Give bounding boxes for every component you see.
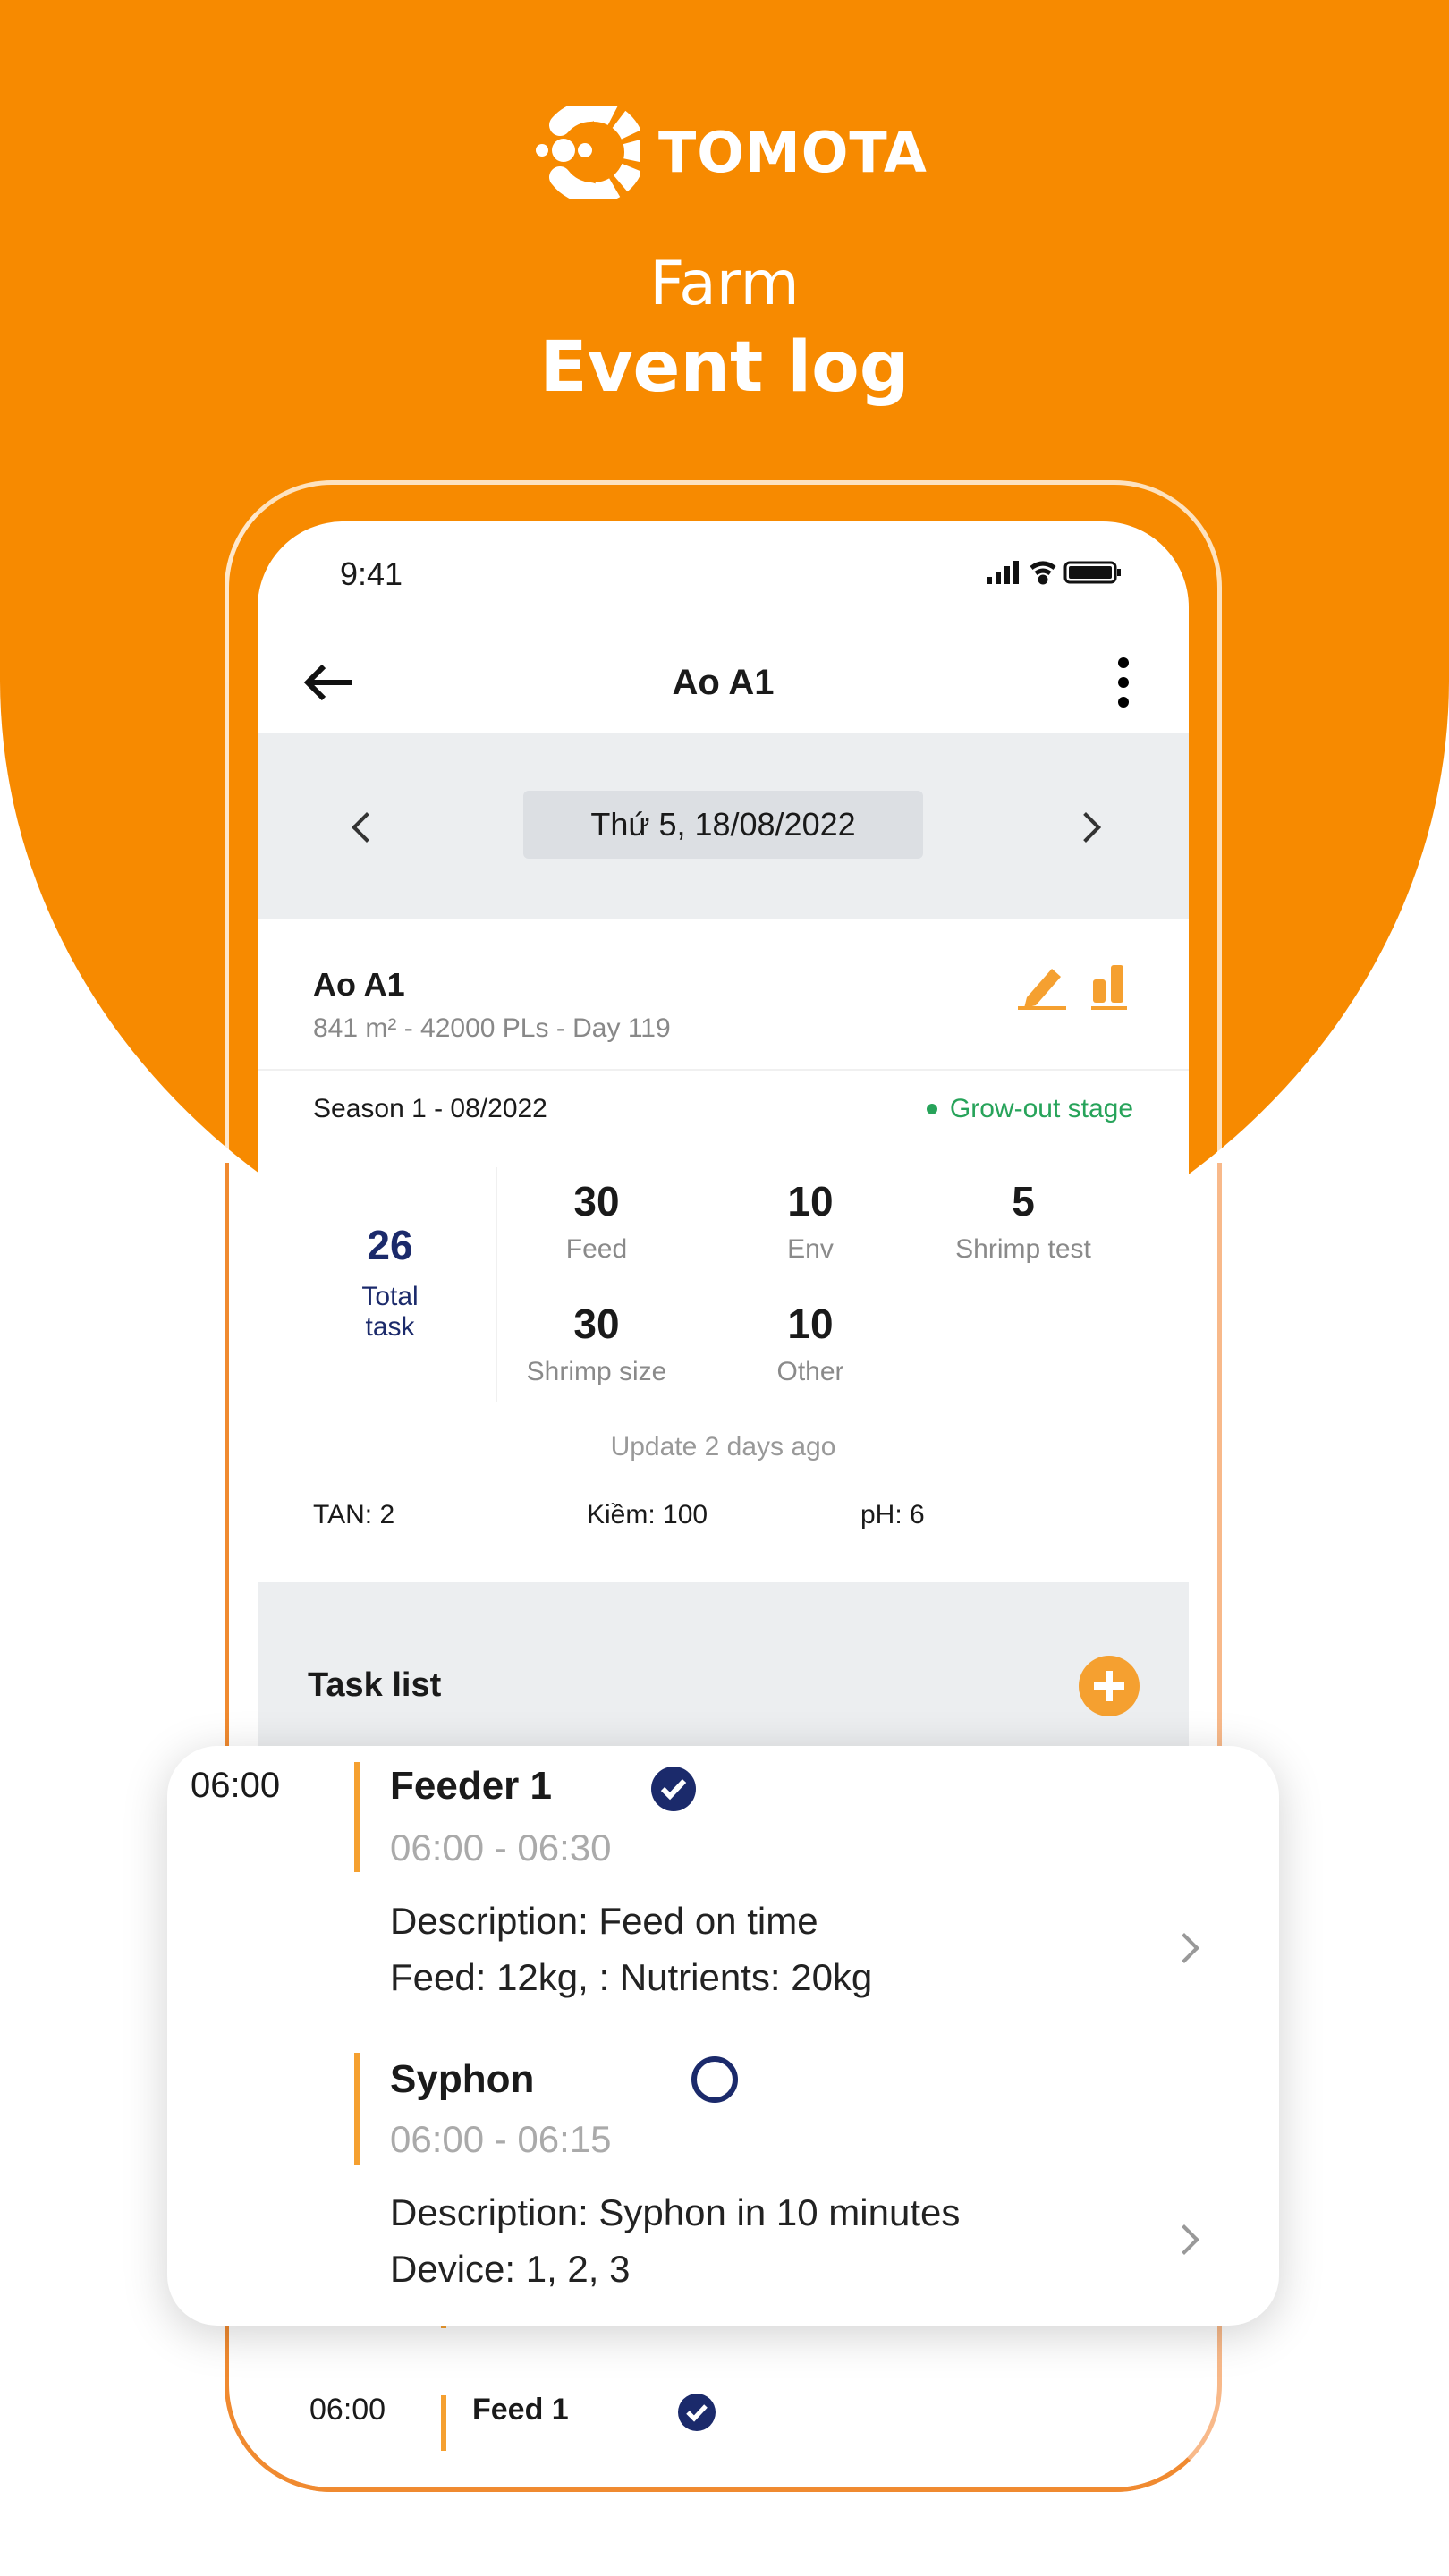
headline-farm: Farm [649,249,800,319]
stage-badge: Grow-out stage [926,1094,1133,1124]
stat-shrimp-size-label: Shrimp size [526,1357,667,1386]
pond-details: 841 m² - 42000 PLs - Day 119 [313,1013,671,1043]
timeline-bar [354,1762,360,1872]
stat-env-value: 10 [787,1178,834,1224]
timeline-bar [441,2395,446,2451]
status-time: 9:41 [340,555,403,592]
task-title[interactable]: Feeder 1 [390,1764,552,1809]
bg-task-time: 06:00 [309,2393,386,2427]
chevron-right-icon[interactable] [1169,2224,1199,2255]
chevron-right-icon[interactable] [1169,1933,1199,1963]
stat-shrimp-size-value: 30 [573,1301,620,1347]
divider [258,1069,1189,1071]
chart-icon[interactable] [1088,962,1134,1012]
param-ph: pH: 6 [860,1500,925,1530]
tomota-logo-icon [536,106,640,199]
task-time-range: 06:00 - 06:15 [390,2118,612,2160]
wifi-icon [1030,561,1056,585]
check-circle-icon[interactable] [650,1766,697,1812]
stat-env-label: Env [787,1234,834,1264]
stat-other-value: 10 [787,1301,834,1347]
total-task: 26 Total task [361,1222,419,1342]
update-text: Update 2 days ago [610,1432,836,1462]
more-vertical-icon[interactable] [1116,656,1131,709]
add-task-button[interactable] [1078,1655,1140,1717]
brand-logo: TOMOTA [535,106,928,199]
task-card: 06:00 Feeder 1 06:00 - 06:30 Description… [167,1746,1279,2326]
task-time: 06:00 [191,1766,281,1805]
stat-other-label: Other [776,1357,844,1386]
timeline-bar [354,2053,360,2165]
pond-name: Ao A1 [313,966,405,1003]
header-title: Ao A1 [672,663,775,702]
brand-name: TOMOTA [658,119,928,185]
task-description[interactable]: Description: Feed on time Feed: 12kg, : N… [390,1893,872,2005]
empty-circle-icon[interactable] [691,2055,739,2104]
bg-task-title[interactable]: Feed 1 [472,2393,569,2428]
signal-icon [987,561,1019,584]
task-description[interactable]: Description: Syphon in 10 minutes Device:… [390,2184,960,2297]
edit-icon[interactable] [1016,962,1070,1012]
stat-feed-value: 30 [573,1178,620,1224]
battery-icon [1063,561,1121,584]
param-kiem: Kiềm: 100 [587,1500,708,1530]
status-dot-icon [926,1104,937,1114]
season-label: Season 1 - 08/2022 [313,1094,547,1123]
task-list-title: Task list [308,1666,442,1704]
status-icons [987,561,1121,585]
stat-shrimp-test-label: Shrimp test [955,1234,1091,1264]
task-title[interactable]: Syphon [390,2057,534,2102]
stat-feed-label: Feed [565,1234,628,1264]
headline-event-log: Event log [539,327,910,408]
date-selector[interactable]: Thứ 5, 18/08/2022 [523,791,923,859]
check-circle-icon [678,2394,716,2431]
param-tan: TAN: 2 [313,1500,395,1530]
task-time-range: 06:00 - 06:30 [390,1826,612,1868]
stat-shrimp-test-value: 5 [1012,1178,1035,1224]
